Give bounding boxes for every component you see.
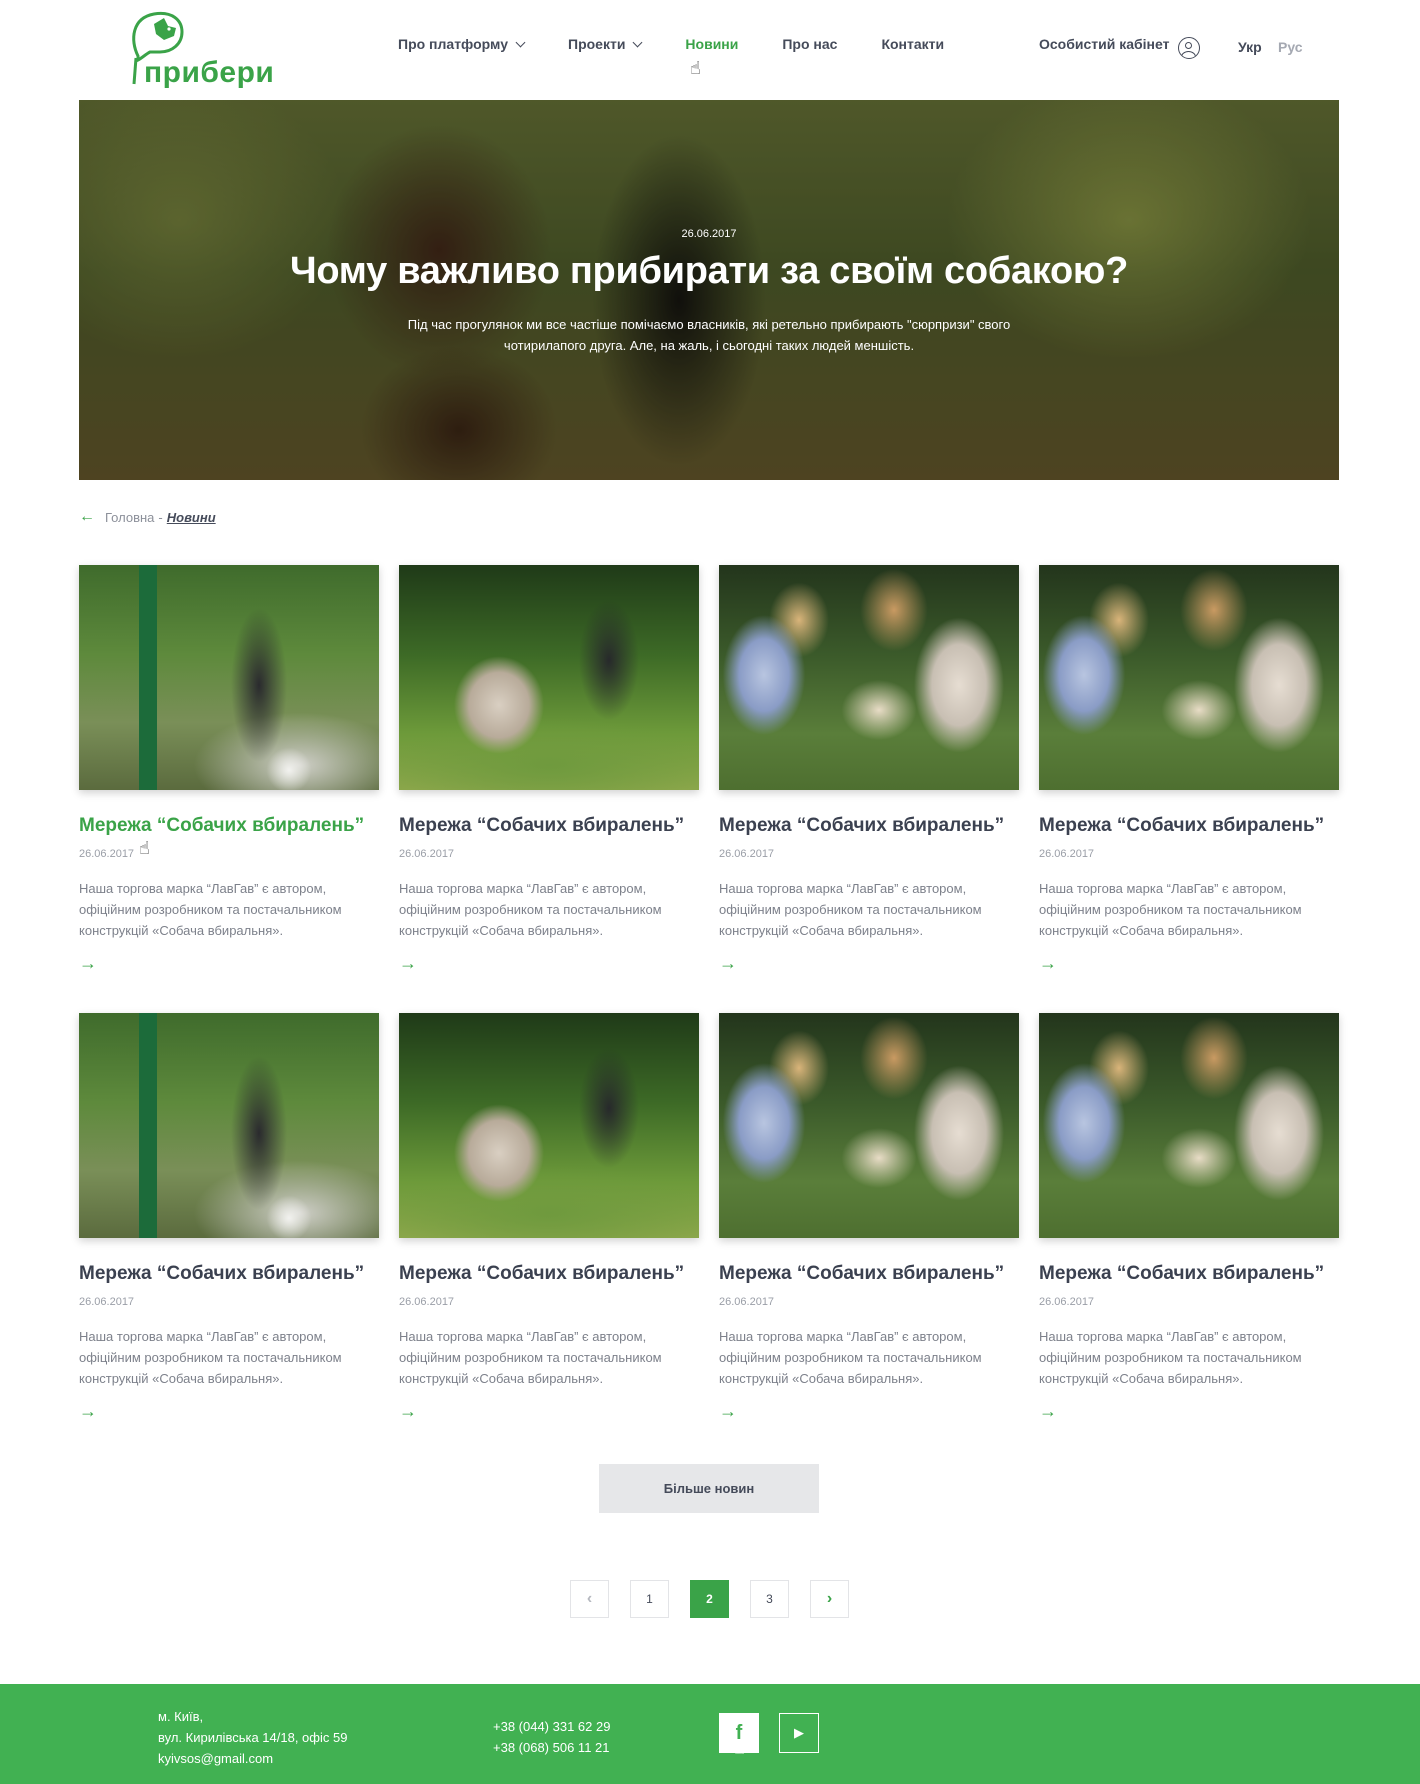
back-arrow-icon[interactable]: ← bbox=[79, 508, 95, 526]
hero-banner[interactable]: 26.06.2017 Чому важливо прибирати за сво… bbox=[79, 100, 1339, 480]
nav-item-label: Контакти bbox=[881, 36, 945, 52]
account-link[interactable]: Особистий кабінет bbox=[1039, 36, 1169, 52]
lang-ru-link[interactable]: Рус bbox=[1278, 39, 1303, 55]
pointer-cursor-icon: ☝ bbox=[139, 838, 150, 858]
arrow-right-icon[interactable]: → bbox=[1039, 953, 1057, 974]
arrow-right-icon[interactable]: → bbox=[399, 953, 417, 974]
arrow-right-icon[interactable]: → bbox=[79, 953, 97, 974]
arrow-right-icon[interactable]: → bbox=[719, 953, 737, 974]
news-title[interactable]: Мережа “Собачих вбиралень” bbox=[79, 815, 364, 837]
news-excerpt: Наша торгова марка “ЛавГав” є автором, о… bbox=[399, 1329, 662, 1386]
next-page-button[interactable]: › bbox=[810, 1580, 849, 1618]
footer-phones: +38 (044) 331 62 29 +38 (068) 506 11 21 bbox=[493, 1716, 610, 1758]
site-header: прибери Про платформу Проекти Новини Про… bbox=[0, 0, 1420, 100]
news-card[interactable]: Мережа “Собачих вбиралень” 26.06.2017 На… bbox=[79, 565, 379, 985]
footer-street: вул. Кирилівська 14/18, офіс 59 bbox=[158, 1730, 348, 1745]
news-excerpt: Наша торгова марка “ЛавГав” є автором, о… bbox=[79, 1329, 342, 1386]
youtube-icon[interactable]: ▶ bbox=[779, 1713, 819, 1753]
news-image[interactable] bbox=[1039, 1013, 1339, 1238]
page-button[interactable]: 3 bbox=[750, 1580, 789, 1618]
news-date: 26.06.2017 bbox=[1039, 848, 1095, 860]
news-date: 26.06.2017 bbox=[719, 1296, 775, 1308]
news-title[interactable]: Мережа “Собачих вбиралень” bbox=[1039, 1263, 1324, 1285]
user-icon[interactable] bbox=[1178, 37, 1200, 59]
news-excerpt: Наша торгова марка “ЛавГав” є автором, о… bbox=[79, 881, 342, 938]
footer-email[interactable]: kyivsos@gmail.com bbox=[158, 1748, 347, 1769]
logo-text: прибери bbox=[144, 56, 275, 89]
arrow-right-icon[interactable]: → bbox=[1039, 1401, 1057, 1422]
site-footer: м. Київ, вул. Кирилівська 14/18, офіс 59… bbox=[0, 1684, 1420, 1784]
news-image[interactable] bbox=[399, 565, 699, 790]
chevron-left-icon: ‹ bbox=[586, 1590, 593, 1607]
nav-item-label: Проекти bbox=[568, 36, 626, 52]
news-image[interactable] bbox=[399, 1013, 699, 1238]
news-image[interactable] bbox=[79, 565, 379, 790]
prev-page-button[interactable]: ‹ bbox=[570, 1580, 609, 1618]
footer-phone[interactable]: +38 (044) 331 62 29 bbox=[493, 1716, 610, 1737]
nav-item-projects[interactable]: Проекти bbox=[568, 36, 643, 52]
footer-city: м. Київ, bbox=[158, 1709, 204, 1724]
footer-phone[interactable]: +38 (068) 506 11 21 bbox=[493, 1737, 610, 1758]
chevron-down-icon bbox=[515, 37, 526, 47]
pointer-cursor-icon: ☝ bbox=[734, 1738, 745, 1758]
hero-content: 26.06.2017 Чому важливо прибирати за сво… bbox=[79, 100, 1339, 480]
news-card[interactable]: Мережа “Собачих вбиралень” 26.06.2017 На… bbox=[1039, 1013, 1339, 1433]
nav-item-contacts[interactable]: Контакти bbox=[881, 36, 944, 52]
news-card[interactable]: Мережа “Собачих вбиралень” 26.06.2017 На… bbox=[399, 565, 699, 985]
hero-date: 26.06.2017 bbox=[681, 228, 737, 240]
news-title[interactable]: Мережа “Собачих вбиралень” bbox=[399, 815, 684, 837]
page-button[interactable]: 1 bbox=[630, 1580, 669, 1618]
news-card[interactable]: Мережа “Собачих вбиралень” 26.06.2017 На… bbox=[719, 1013, 1019, 1433]
news-image[interactable] bbox=[79, 1013, 379, 1238]
chevron-down-icon bbox=[632, 37, 643, 47]
news-excerpt: Наша торгова марка “ЛавГав” є автором, о… bbox=[719, 1329, 982, 1386]
hero-title: Чому важливо прибирати за своїм собакою? bbox=[290, 250, 1128, 292]
news-image[interactable] bbox=[1039, 565, 1339, 790]
nav-item-about[interactable]: Про нас bbox=[782, 36, 837, 52]
hero-description: Під час прогулянок ми все частіше поміча… bbox=[407, 317, 1011, 353]
news-card[interactable]: Мережа “Собачих вбиралень” 26.06.2017 На… bbox=[79, 1013, 379, 1433]
news-title[interactable]: Мережа “Собачих вбиралень” bbox=[719, 815, 1004, 837]
arrow-right-icon[interactable]: → bbox=[399, 1401, 417, 1422]
breadcrumb-current[interactable]: Новини bbox=[167, 510, 216, 525]
nav-item-label: Про платформу bbox=[398, 36, 508, 52]
news-card[interactable]: Мережа “Собачих вбиралень” 26.06.2017 На… bbox=[1039, 565, 1339, 985]
page-button-current[interactable]: 2 bbox=[690, 1580, 729, 1618]
news-title[interactable]: Мережа “Собачих вбиралень” bbox=[79, 1263, 364, 1285]
news-date: 26.06.2017 bbox=[399, 848, 455, 860]
main-nav: Про платформу Проекти Новини Про нас Кон… bbox=[398, 36, 988, 52]
breadcrumb-separator: - bbox=[158, 509, 163, 525]
news-card[interactable]: Мережа “Собачих вбиралень” 26.06.2017 На… bbox=[399, 1013, 699, 1433]
news-excerpt: Наша торгова марка “ЛавГав” є автором, о… bbox=[719, 881, 982, 938]
footer-address: м. Київ, вул. Кирилівська 14/18, офіс 59… bbox=[158, 1706, 347, 1769]
arrow-right-icon[interactable]: → bbox=[719, 1401, 737, 1422]
chevron-right-icon: › bbox=[826, 1590, 833, 1607]
news-excerpt: Наша торгова марка “ЛавГав” є автором, о… bbox=[1039, 881, 1302, 938]
more-news-button[interactable]: Більше новин bbox=[599, 1464, 819, 1513]
news-title[interactable]: Мережа “Собачих вбиралень” bbox=[399, 1263, 684, 1285]
news-date: 26.06.2017 bbox=[79, 1296, 135, 1308]
news-title[interactable]: Мережа “Собачих вбиралень” bbox=[1039, 815, 1324, 837]
nav-item-label: Новини bbox=[685, 36, 739, 52]
news-date: 26.06.2017 bbox=[1039, 1296, 1095, 1308]
nav-item-platform[interactable]: Про платформу bbox=[398, 36, 526, 52]
logo[interactable]: прибери bbox=[124, 10, 274, 89]
nav-item-news[interactable]: Новини bbox=[685, 36, 738, 52]
breadcrumb-home[interactable]: Головна bbox=[105, 510, 154, 525]
news-card[interactable]: Мережа “Собачих вбиралень” 26.06.2017 На… bbox=[719, 565, 1019, 985]
arrow-right-icon[interactable]: → bbox=[79, 1401, 97, 1422]
news-image[interactable] bbox=[719, 1013, 1019, 1238]
news-excerpt: Наша торгова марка “ЛавГав” є автором, о… bbox=[399, 881, 662, 938]
news-date: 26.06.2017 bbox=[399, 1296, 455, 1308]
pointer-cursor-icon: ☝ bbox=[690, 58, 701, 78]
nav-item-label: Про нас bbox=[782, 36, 838, 52]
breadcrumb: ← Головна - Новини bbox=[79, 508, 216, 526]
lang-uk-link[interactable]: Укр bbox=[1238, 39, 1262, 55]
news-excerpt: Наша торгова марка “ЛавГав” є автором, о… bbox=[1039, 1329, 1302, 1386]
news-title[interactable]: Мережа “Собачих вбиралень” bbox=[719, 1263, 1004, 1285]
news-image[interactable] bbox=[719, 565, 1019, 790]
news-date: 26.06.2017 bbox=[79, 848, 135, 860]
news-date: 26.06.2017 bbox=[719, 848, 775, 860]
